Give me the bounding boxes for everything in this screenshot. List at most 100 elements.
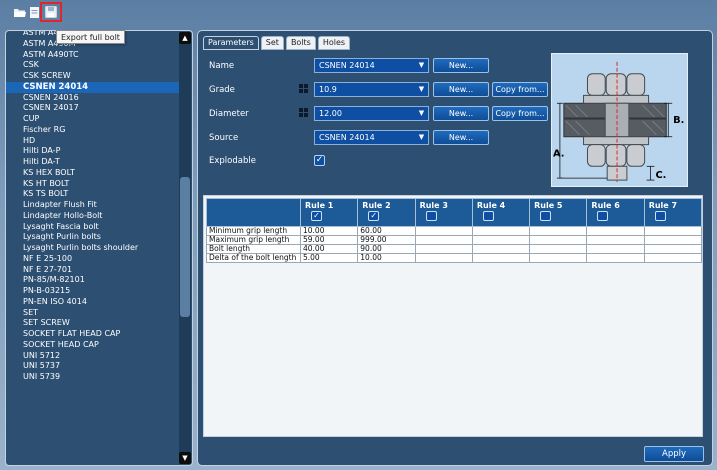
bolt-list-item[interactable]: Lysaght Purlin bolts shoulder	[6, 243, 180, 254]
bolt-list-item[interactable]: SET	[6, 308, 180, 319]
bolt-list-item[interactable]: Lysaght Purlin bolts	[6, 232, 180, 243]
rules-table-row: Delta of the bolt length 5.00 10.00	[206, 253, 703, 263]
scroll-thumb[interactable]	[180, 177, 190, 317]
rules-cell[interactable]	[471, 253, 531, 263]
bolt-list-item[interactable]: KS TS BOLT	[6, 189, 180, 200]
rules-cell[interactable]	[471, 244, 531, 254]
grade-copy-from-button[interactable]: Copy from...	[492, 82, 548, 97]
rules-cell[interactable]	[471, 235, 531, 245]
rules-cell[interactable]	[529, 253, 588, 263]
name-dropdown[interactable]: CSNEN 24014 ▼	[314, 58, 429, 73]
diameter-copy-from-button[interactable]: Copy from...	[492, 106, 548, 121]
name-dropdown-value: CSNEN 24014	[319, 61, 375, 70]
rules-cell[interactable]	[586, 235, 645, 245]
new-document-icon[interactable]	[28, 6, 42, 18]
source-dropdown[interactable]: CSNEN 24014 ▼	[314, 130, 429, 145]
tab-holes[interactable]: Holes	[317, 36, 351, 50]
bolt-list-item[interactable]: Hilti DA-P	[6, 146, 180, 157]
bolt-list-item[interactable]: CSNEN 24017	[6, 103, 180, 114]
rules-table-container: Rule 1 ✓ Rule 2 ✓ Rule 3 Rule 4 Rule 5 Rule 6 Ru…	[203, 195, 703, 437]
tab-bolts[interactable]: Bolts	[285, 36, 316, 50]
rules-cell[interactable]	[643, 235, 703, 245]
rule-enable-checkbox[interactable]: ✓	[368, 211, 380, 221]
diagram-label-b: B.	[673, 115, 684, 126]
bolt-list-item[interactable]: PN-85/M-82101	[6, 275, 180, 286]
rules-cell[interactable]	[643, 226, 703, 236]
rules-cell[interactable]	[643, 244, 703, 254]
bolt-list-item[interactable]: SOCKET FLAT HEAD CAP	[6, 329, 180, 340]
rule-enable-checkbox[interactable]	[425, 211, 437, 221]
rules-cell[interactable]	[643, 253, 703, 263]
rules-cell[interactable]	[414, 253, 473, 263]
diameter-new-button[interactable]: New...	[433, 106, 489, 121]
apply-button[interactable]: Apply	[644, 446, 704, 462]
grade-dropdown[interactable]: 10.9 ▼	[314, 82, 429, 97]
bolt-list-item[interactable]: KS HT BOLT	[6, 179, 180, 190]
diameter-dropdown[interactable]: 12.00 ▼	[314, 106, 429, 121]
rules-cell[interactable]: 10.00	[357, 253, 416, 263]
bolt-list-scrollbar[interactable]: ▲ ▼	[179, 32, 191, 464]
rule-enable-checkbox[interactable]	[482, 211, 494, 221]
bolt-list-item[interactable]: Hilti DA-T	[6, 157, 180, 168]
bolt-list-item[interactable]: SET SCREW	[6, 318, 180, 329]
grade-new-button[interactable]: New...	[433, 82, 489, 97]
diameter-dropdown-value: 12.00	[319, 109, 342, 118]
chevron-down-icon: ▼	[418, 133, 425, 141]
name-new-button[interactable]: New...	[433, 58, 489, 73]
rules-cell[interactable]	[471, 226, 531, 236]
export-tooltip: Export full bolt	[56, 30, 125, 44]
rules-table: Rule 1 ✓ Rule 2 ✓ Rule 3 Rule 4 Rule 5 Rule 6 Ru…	[206, 198, 703, 263]
chevron-down-icon: ▼	[418, 85, 425, 93]
rules-cell[interactable]	[586, 253, 645, 263]
bolt-list-item[interactable]: PN-EN ISO 4014	[6, 297, 180, 308]
rules-cell[interactable]	[414, 244, 473, 254]
grade-label: Grade	[209, 85, 235, 95]
rules-cell[interactable]	[414, 235, 473, 245]
scroll-up-arrow-icon[interactable]: ▲	[179, 32, 191, 44]
export-disk-icon[interactable]	[40, 2, 62, 22]
folder-open-icon[interactable]	[13, 6, 27, 18]
bolt-list-item[interactable]: Lysaght Fascia bolt	[6, 222, 180, 233]
rules-cell[interactable]	[586, 226, 645, 236]
rules-cell[interactable]	[529, 235, 588, 245]
bolt-list-item[interactable]: SOCKET HEAD CAP	[6, 340, 180, 351]
source-new-button[interactable]: New...	[433, 130, 489, 145]
rules-cell[interactable]	[414, 226, 473, 236]
chevron-down-icon: ▼	[418, 61, 425, 69]
rule-column-header: Rule 5	[529, 198, 588, 227]
bolt-list-item[interactable]: CSK SCREW	[6, 71, 180, 82]
bolt-list-item[interactable]: KS HEX BOLT	[6, 168, 180, 179]
source-dropdown-value: CSNEN 24014	[319, 133, 375, 142]
rule-enable-checkbox[interactable]	[540, 211, 552, 221]
rules-table-row: Maximum grip length 59.00 999.00	[206, 235, 703, 245]
bolt-list-item[interactable]: HD	[6, 136, 180, 147]
bolt-list-item[interactable]: CUP	[6, 114, 180, 125]
tab-set[interactable]: Set	[260, 36, 284, 50]
bolt-list-item[interactable]: NF E 27-701	[6, 265, 180, 276]
toolbar: Export full bolt	[0, 0, 717, 44]
bolt-list-item-selected[interactable]: CSNEN 24014	[6, 81, 180, 93]
rule-enable-checkbox[interactable]	[654, 211, 666, 221]
bolt-list-item[interactable]: Lindapter Flush Fit	[6, 200, 180, 211]
bolt-list-item[interactable]: Lindapter Hollo-Bolt	[6, 211, 180, 222]
rule-column-label: Rule 4	[476, 201, 506, 210]
tab-parameters[interactable]: Parameters	[203, 36, 259, 50]
bolt-list-item[interactable]: Fischer RG	[6, 125, 180, 136]
rules-cell[interactable]	[529, 226, 588, 236]
bolt-list-item[interactable]: UNI 5739	[6, 372, 180, 383]
bolt-list-item[interactable]: CSNEN 24016	[6, 93, 180, 104]
bolt-list-item[interactable]: UNI 5737	[6, 361, 180, 372]
rules-cell[interactable]: 5.00	[299, 253, 359, 263]
explodable-checkbox[interactable]: ✓	[314, 155, 325, 166]
bolt-list-item[interactable]: UNI 5712	[6, 351, 180, 362]
bolt-list-item[interactable]: ASTM A490TC	[6, 50, 180, 61]
scroll-down-arrow-icon[interactable]: ▼	[179, 452, 191, 464]
bolt-list[interactable]: ASTM A490 ASTM A490M ASTM A490TC CSK CSK SCR…	[6, 31, 180, 462]
rules-cell[interactable]	[529, 244, 588, 254]
rules-cell[interactable]	[586, 244, 645, 254]
bolt-list-item[interactable]: CSK	[6, 60, 180, 71]
bolt-list-item[interactable]: PN-B-03215	[6, 286, 180, 297]
bolt-list-item[interactable]: NF E 25-100	[6, 254, 180, 265]
rule-enable-checkbox[interactable]: ✓	[311, 211, 322, 221]
rule-enable-checkbox[interactable]	[597, 211, 609, 221]
